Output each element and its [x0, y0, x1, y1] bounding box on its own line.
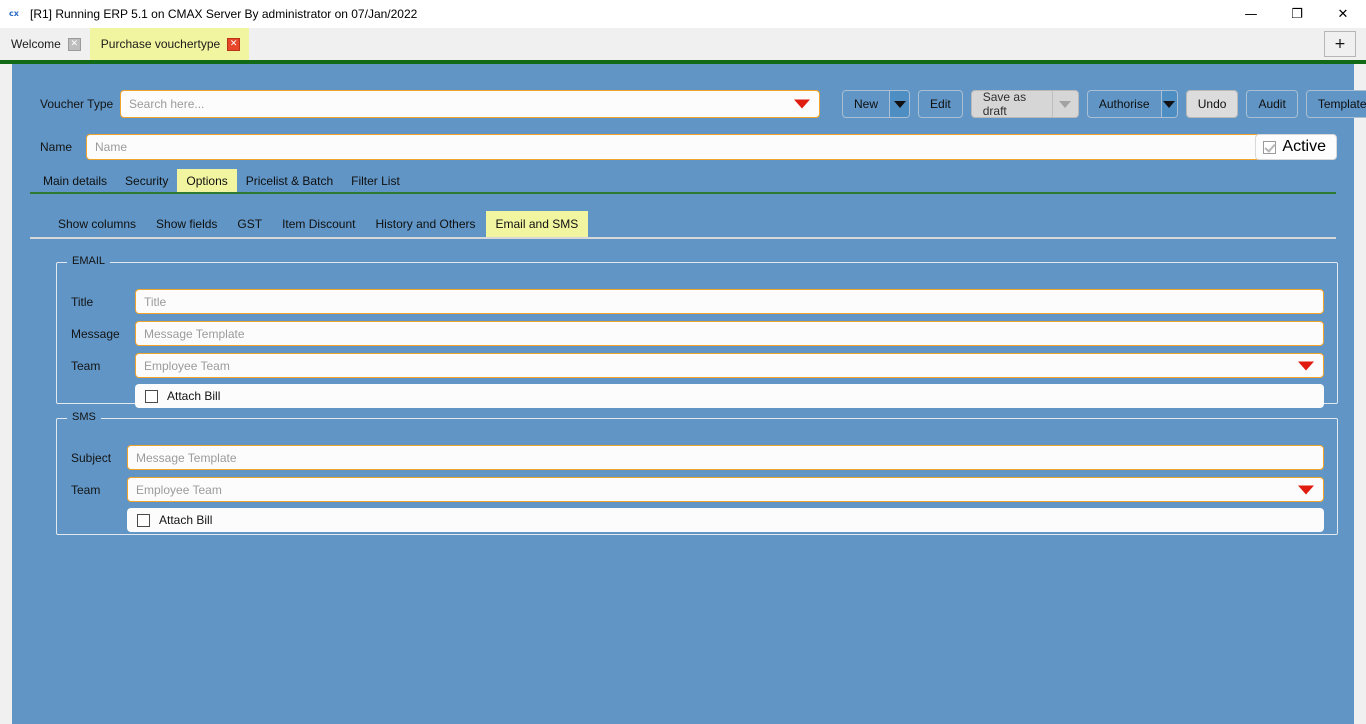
voucher-type-row: Voucher Type Search here... [40, 90, 820, 118]
active-checkbox[interactable] [1263, 141, 1276, 154]
main-tab-divider [30, 192, 1336, 194]
subtab-gst[interactable]: GST [227, 211, 272, 237]
email-attach-bill-checkbox[interactable] [145, 390, 158, 403]
save-as-draft-label: Save as draft [972, 91, 1052, 117]
email-attach-bill-label: Attach Bill [167, 389, 220, 403]
new-dropdown-toggle[interactable] [889, 91, 909, 117]
new-button-label: New [843, 91, 889, 117]
document-tab-welcome[interactable]: Welcome ✕ [0, 28, 90, 60]
sms-group-box: SMS Subject Message Template Team Employ… [56, 418, 1338, 535]
window-title: [R1] Running ERP 5.1 on CMAX Server By a… [30, 7, 417, 21]
name-label: Name [40, 140, 86, 154]
sms-group-legend: SMS [67, 411, 101, 423]
sms-subject-input[interactable]: Message Template [127, 445, 1324, 470]
authorise-dropdown-toggle[interactable] [1161, 91, 1177, 117]
email-group-legend: EMAIL [67, 255, 110, 267]
document-tab-purchase-vouchertype[interactable]: Purchase vouchertype ✕ [90, 28, 249, 60]
undo-button[interactable]: Undo [1186, 90, 1239, 118]
active-checkbox-container[interactable]: Active [1255, 134, 1337, 160]
tab-security[interactable]: Security [116, 169, 177, 193]
document-tab-strip: Welcome ✕ Purchase vouchertype ✕ + [0, 28, 1366, 60]
window-title-bar: cx [R1] Running ERP 5.1 on CMAX Server B… [0, 0, 1366, 28]
sms-team-dropdown[interactable]: Employee Team [127, 477, 1324, 502]
email-group-box: EMAIL Title Title Message Message Templa… [56, 262, 1338, 404]
workspace: Voucher Type Search here... New Edit Sav… [0, 64, 1366, 724]
save-as-draft-dropdown-toggle[interactable] [1052, 91, 1078, 117]
sms-team-label: Team [71, 483, 127, 497]
audit-button[interactable]: Audit [1246, 90, 1297, 118]
email-attach-bill-row[interactable]: Attach Bill [135, 384, 1324, 408]
sub-tab-bar: Show columns Show fields GST Item Discou… [48, 211, 588, 237]
sms-attach-bill-row[interactable]: Attach Bill [127, 508, 1324, 532]
document-tab-label: Purchase vouchertype [101, 37, 220, 51]
chevron-down-icon [1163, 101, 1175, 108]
minimize-button[interactable]: — [1228, 0, 1274, 28]
voucher-type-search-input[interactable]: Search here... [120, 90, 820, 118]
template-button[interactable]: Template [1306, 90, 1366, 118]
sms-team-row: Team Employee Team [71, 477, 1324, 502]
name-placeholder: Name [95, 140, 127, 154]
email-team-dropdown[interactable]: Employee Team [135, 353, 1324, 378]
authorise-button[interactable]: Authorise [1087, 90, 1178, 118]
sms-attach-bill-label: Attach Bill [159, 513, 212, 527]
authorise-button-label: Authorise [1088, 91, 1161, 117]
chevron-down-icon[interactable] [794, 100, 810, 109]
form-panel: Voucher Type Search here... New Edit Sav… [12, 64, 1354, 724]
sms-subject-placeholder: Message Template [136, 451, 237, 465]
app-logo-icon: cx [6, 6, 22, 22]
email-title-input[interactable]: Title [135, 289, 1324, 314]
email-title-row: Title Title [71, 289, 1324, 314]
tab-pricelist-and-batch[interactable]: Pricelist & Batch [237, 169, 342, 193]
voucher-type-label: Voucher Type [40, 97, 120, 111]
sms-subject-row: Subject Message Template [71, 445, 1324, 470]
email-team-label: Team [71, 359, 135, 373]
edit-button[interactable]: Edit [918, 90, 963, 118]
chevron-down-icon[interactable] [1298, 485, 1314, 494]
tab-filter-list[interactable]: Filter List [342, 169, 409, 193]
close-icon[interactable]: ✕ [68, 38, 81, 51]
sub-tab-divider [30, 237, 1336, 239]
subtab-email-and-sms[interactable]: Email and SMS [486, 211, 589, 237]
document-tab-label: Welcome [11, 37, 61, 51]
window-controls: — ❐ ✕ [1228, 0, 1366, 28]
subtab-item-discount[interactable]: Item Discount [272, 211, 365, 237]
email-title-placeholder: Title [144, 295, 166, 309]
close-button[interactable]: ✕ [1320, 0, 1366, 28]
name-row: Name Name [40, 134, 1276, 160]
sms-team-placeholder: Employee Team [136, 483, 222, 497]
tab-main-details[interactable]: Main details [34, 169, 116, 193]
main-tab-bar: Main details Security Options Pricelist … [34, 169, 409, 193]
subtab-show-fields[interactable]: Show fields [146, 211, 227, 237]
name-input[interactable]: Name [86, 134, 1276, 160]
active-label: Active [1282, 138, 1326, 156]
close-icon[interactable]: ✕ [227, 38, 240, 51]
action-toolbar: New Edit Save as draft Authorise Undo Au… [842, 90, 1366, 118]
subtab-history-and-others[interactable]: History and Others [365, 211, 485, 237]
sms-attach-bill-checkbox[interactable] [137, 514, 150, 527]
save-as-draft-button[interactable]: Save as draft [971, 90, 1079, 118]
subtab-show-columns[interactable]: Show columns [48, 211, 146, 237]
email-message-row: Message Message Template [71, 321, 1324, 346]
chevron-down-icon[interactable] [1298, 361, 1314, 370]
new-tab-button[interactable]: + [1324, 31, 1356, 57]
tab-options[interactable]: Options [177, 169, 236, 193]
chevron-down-icon [1059, 101, 1071, 108]
email-message-placeholder: Message Template [144, 327, 245, 341]
restore-button[interactable]: ❐ [1274, 0, 1320, 28]
email-message-input[interactable]: Message Template [135, 321, 1324, 346]
new-button[interactable]: New [842, 90, 910, 118]
chevron-down-icon [894, 101, 906, 108]
email-message-label: Message [71, 327, 135, 341]
sms-subject-label: Subject [71, 451, 127, 465]
email-title-label: Title [71, 295, 135, 309]
email-team-row: Team Employee Team [71, 353, 1324, 378]
voucher-type-placeholder: Search here... [129, 97, 204, 111]
email-team-placeholder: Employee Team [144, 359, 230, 373]
